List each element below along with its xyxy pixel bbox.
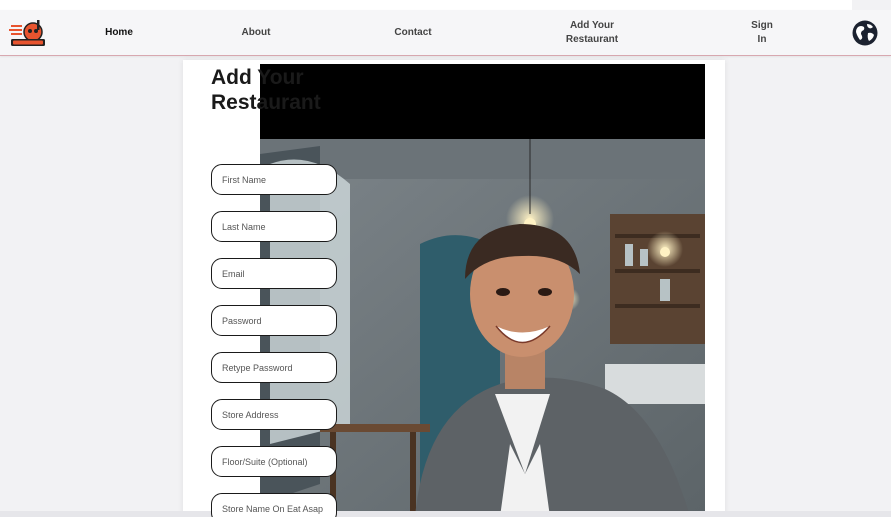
- nav-home[interactable]: Home: [96, 10, 142, 55]
- email-field[interactable]: [211, 258, 337, 289]
- add-restaurant-card: Add Your Restaurant: [183, 60, 725, 517]
- password-field[interactable]: [211, 305, 337, 336]
- first-name-field[interactable]: [211, 164, 337, 195]
- last-name-field[interactable]: [211, 211, 337, 242]
- nav-about[interactable]: About: [232, 10, 280, 55]
- page-title: Add Your Restaurant: [211, 65, 411, 115]
- nav-sign-in[interactable]: Sign In: [742, 10, 782, 55]
- store-name-field[interactable]: [211, 493, 337, 517]
- eat-asap-logo[interactable]: [8, 18, 48, 48]
- top-strip: [0, 0, 891, 10]
- store-address-field[interactable]: [211, 399, 337, 430]
- navbar: Home About Contact Add Your Restaurant S…: [0, 10, 891, 56]
- page-title-line2: Restaurant: [211, 91, 321, 114]
- nav-contact[interactable]: Contact: [385, 10, 441, 55]
- bottom-shade: [0, 511, 891, 517]
- floor-suite-field[interactable]: [211, 446, 337, 477]
- retype-password-field[interactable]: [211, 352, 337, 383]
- nav-add-restaurant[interactable]: Add Your Restaurant: [556, 10, 628, 55]
- globe-icon[interactable]: [851, 19, 879, 47]
- top-strip-corner: [852, 0, 891, 10]
- page-title-line1: Add Your: [211, 66, 304, 89]
